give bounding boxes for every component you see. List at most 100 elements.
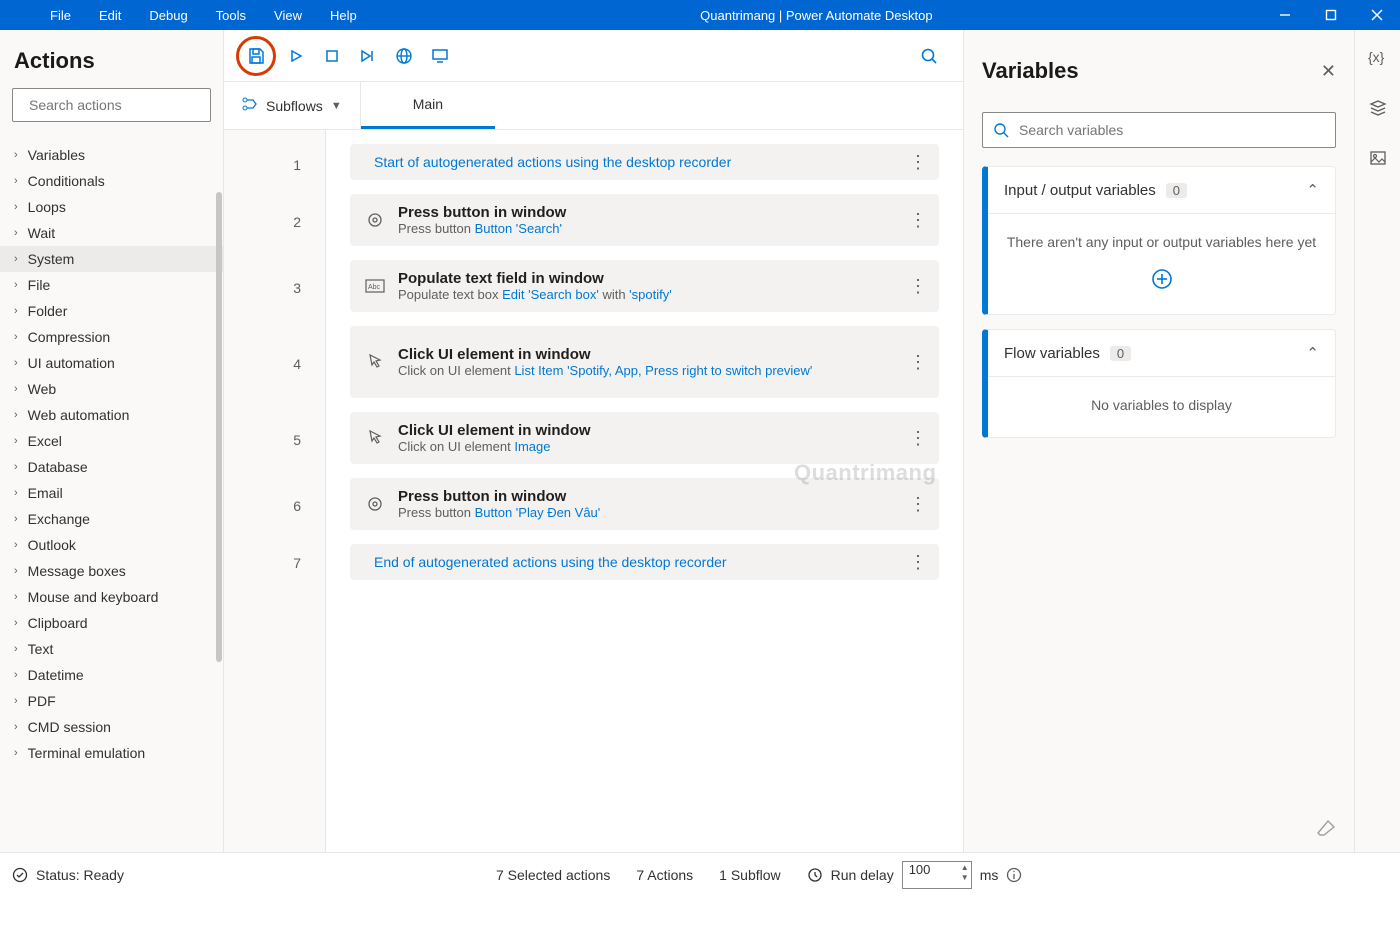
window-controls	[1262, 0, 1400, 30]
line-number: 5	[224, 414, 325, 480]
flow-steps[interactable]: Start of autogenerated actions using the…	[326, 130, 963, 852]
action-category-datetime[interactable]: ›Datetime	[0, 662, 223, 688]
more-icon[interactable]: ⋮	[909, 560, 927, 564]
more-icon[interactable]: ⋮	[909, 436, 927, 440]
flow-variables-header[interactable]: Flow variables 0 ⌃	[988, 330, 1335, 376]
line-gutter: 1234567	[224, 130, 326, 852]
recorder-marker[interactable]: Start of autogenerated actions using the…	[350, 144, 939, 180]
search-icon	[920, 47, 938, 65]
action-category-clipboard[interactable]: ›Clipboard	[0, 610, 223, 636]
category-label: Wait	[28, 225, 55, 241]
category-label: Excel	[28, 433, 62, 449]
more-icon[interactable]: ⋮	[909, 360, 927, 364]
action-category-pdf[interactable]: ›PDF	[0, 688, 223, 714]
images-rail-icon[interactable]	[1369, 150, 1387, 171]
variables-search[interactable]	[982, 112, 1336, 148]
action-category-excel[interactable]: ›Excel	[0, 428, 223, 454]
action-category-web-automation[interactable]: ›Web automation	[0, 402, 223, 428]
run-button[interactable]	[278, 38, 314, 74]
close-variables-button[interactable]: ✕	[1321, 61, 1336, 82]
action-category-mouse-and-keyboard[interactable]: ›Mouse and keyboard	[0, 584, 223, 610]
action-title: Populate text field in window	[398, 270, 672, 287]
action-category-message-boxes[interactable]: ›Message boxes	[0, 558, 223, 584]
more-icon[interactable]: ⋮	[909, 218, 927, 222]
close-button[interactable]	[1354, 0, 1400, 30]
action-category-system[interactable]: ›System	[0, 246, 223, 272]
press-icon	[364, 209, 386, 231]
menu-help[interactable]: Help	[316, 2, 371, 29]
chevron-down-icon: ▼	[331, 100, 342, 112]
eraser-icon[interactable]	[1316, 819, 1336, 842]
action-category-file[interactable]: ›File	[0, 272, 223, 298]
info-icon[interactable]	[1006, 867, 1022, 883]
action-category-loops[interactable]: ›Loops	[0, 194, 223, 220]
io-variables-header[interactable]: Input / output variables 0 ⌃	[988, 167, 1335, 213]
search-flow-button[interactable]	[911, 38, 947, 74]
action-category-ui-automation[interactable]: ›UI automation	[0, 350, 223, 376]
menu-file[interactable]: File	[36, 2, 85, 29]
svg-text:{x}: {x}	[1368, 49, 1385, 65]
action-category-text[interactable]: ›Text	[0, 636, 223, 662]
marker-text: End of autogenerated actions using the d…	[374, 554, 727, 570]
action-category-web[interactable]: ›Web	[0, 376, 223, 402]
action-category-database[interactable]: ›Database	[0, 454, 223, 480]
variables-search-input[interactable]	[1019, 122, 1325, 138]
add-io-variable-button[interactable]	[1151, 268, 1173, 290]
line-number: 1	[224, 148, 325, 196]
category-label: Web automation	[28, 407, 130, 423]
status-selected: 7 Selected actions	[496, 867, 610, 883]
flow-action-card[interactable]: Click UI element in windowClick on UI el…	[350, 412, 939, 464]
save-button[interactable]	[239, 38, 273, 74]
stop-button[interactable]	[314, 38, 350, 74]
action-subtitle: Press button Button 'Play Đen Vâu'	[398, 505, 600, 520]
action-category-wait[interactable]: ›Wait	[0, 220, 223, 246]
run-delay-input[interactable]: 100 ▲▼	[902, 861, 972, 889]
subflows-button[interactable]: Subflows ▼	[224, 82, 361, 129]
action-category-conditionals[interactable]: ›Conditionals	[0, 168, 223, 194]
layers-rail-icon[interactable]	[1369, 99, 1387, 122]
chevron-up-icon: ⌃	[1306, 181, 1319, 199]
actions-search[interactable]	[12, 88, 211, 122]
recorder-marker[interactable]: End of autogenerated actions using the d…	[350, 544, 939, 580]
flow-action-card[interactable]: Press button in windowPress button Butto…	[350, 478, 939, 530]
web-recorder-button[interactable]	[386, 38, 422, 74]
action-category-folder[interactable]: ›Folder	[0, 298, 223, 324]
chevron-right-icon: ›	[14, 669, 18, 681]
step-button[interactable]	[350, 38, 386, 74]
minimize-button[interactable]	[1262, 0, 1308, 30]
actions-search-input[interactable]	[29, 97, 210, 113]
action-category-exchange[interactable]: ›Exchange	[0, 506, 223, 532]
desktop-recorder-button[interactable]	[422, 38, 458, 74]
menu-debug[interactable]: Debug	[135, 2, 201, 29]
action-title: Click UI element in window	[398, 422, 591, 439]
save-highlight-ring	[236, 36, 276, 76]
tab-main[interactable]: Main	[361, 82, 495, 129]
menu-tools[interactable]: Tools	[202, 2, 260, 29]
action-category-outlook[interactable]: ›Outlook	[0, 532, 223, 558]
menu-view[interactable]: View	[260, 2, 316, 29]
spinner-icon[interactable]: ▲▼	[961, 863, 969, 883]
menu-edit[interactable]: Edit	[85, 2, 135, 29]
more-icon[interactable]: ⋮	[909, 160, 927, 164]
action-category-email[interactable]: ›Email	[0, 480, 223, 506]
click-icon	[364, 351, 386, 373]
chevron-right-icon: ›	[14, 539, 18, 551]
flow-action-card[interactable]: Press button in windowPress button Butto…	[350, 194, 939, 246]
action-category-terminal-emulation[interactable]: ›Terminal emulation	[0, 740, 223, 766]
action-category-variables[interactable]: ›Variables	[0, 142, 223, 168]
category-label: CMD session	[28, 719, 111, 735]
category-label: System	[28, 251, 75, 267]
maximize-button[interactable]	[1308, 0, 1354, 30]
flow-action-card[interactable]: Click UI element in windowClick on UI el…	[350, 326, 939, 398]
flow-action-card[interactable]: AbcPopulate text field in windowPopulate…	[350, 260, 939, 312]
more-icon[interactable]: ⋮	[909, 284, 927, 288]
subflows-label: Subflows	[266, 98, 323, 114]
action-categories[interactable]: ›Variables›Conditionals›Loops›Wait›Syste…	[0, 132, 223, 852]
action-category-cmd-session[interactable]: ›CMD session	[0, 714, 223, 740]
chevron-right-icon: ›	[14, 487, 18, 499]
scrollbar-thumb[interactable]	[216, 192, 222, 662]
variables-rail-icon[interactable]: {x}	[1368, 48, 1388, 71]
run-delay-unit: ms	[980, 867, 999, 883]
more-icon[interactable]: ⋮	[909, 502, 927, 506]
action-category-compression[interactable]: ›Compression	[0, 324, 223, 350]
